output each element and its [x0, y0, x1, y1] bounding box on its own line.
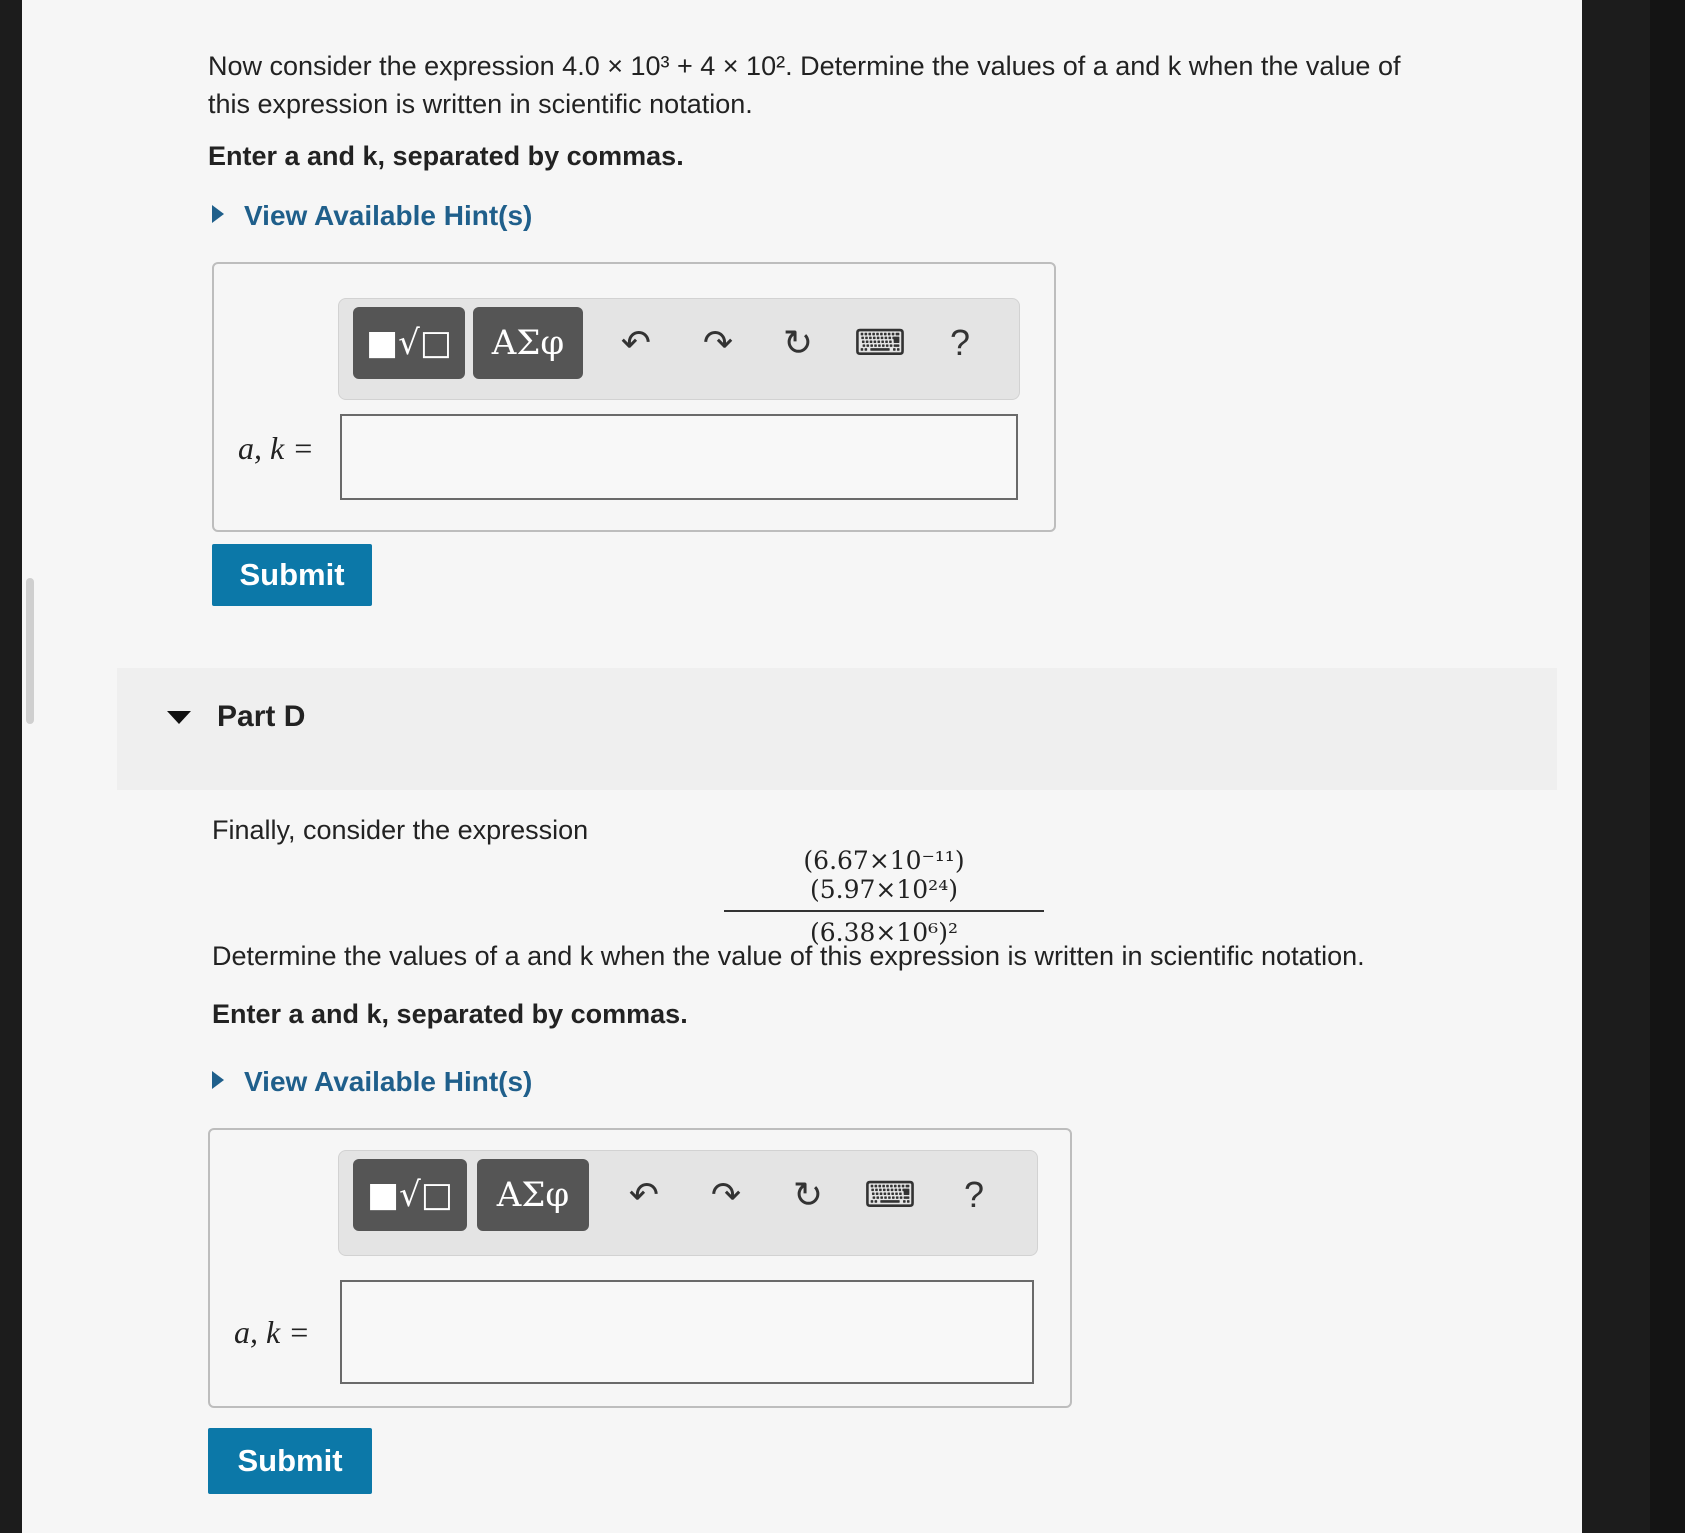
greek-symbols-label: ΑΣφ	[496, 1175, 570, 1215]
partd-title: Part D	[217, 700, 306, 733]
partd-question: Determine the values of a and k when the…	[212, 941, 1365, 971]
partd-answer-box: ■√□ ΑΣφ ↶ ↷ ↻ ⌨ ? a, k =	[208, 1128, 1072, 1408]
keyboard-icon[interactable]: ⌨	[864, 1165, 916, 1225]
templates-icon: ■√□	[366, 323, 452, 363]
redo-icon[interactable]: ↷	[701, 1165, 751, 1225]
browser-viewport: Now consider the expression 4.0 × 10³ + …	[22, 0, 1582, 1533]
greek-symbols-button[interactable]: ΑΣφ	[473, 307, 583, 379]
greek-symbols-label: ΑΣφ	[491, 323, 565, 363]
help-icon[interactable]: ?	[935, 313, 985, 373]
help-icon[interactable]: ?	[949, 1165, 999, 1225]
partc-hint-link[interactable]: View Available Hint(s)	[212, 200, 532, 232]
undo-icon[interactable]: ↶	[619, 1165, 669, 1225]
undo-icon[interactable]: ↶	[611, 313, 661, 373]
partd-hint-link[interactable]: View Available Hint(s)	[212, 1066, 532, 1098]
partc-hint-label: View Available Hint(s)	[244, 200, 533, 231]
partc-instruction: Enter a and k, separated by commas.	[208, 141, 684, 171]
collapse-triangle-icon	[167, 711, 191, 724]
partc-answer-label: a, k =	[238, 430, 314, 466]
templates-icon: ■√□	[367, 1175, 453, 1215]
partd-answer-input[interactable]	[340, 1280, 1034, 1384]
redo-icon[interactable]: ↷	[693, 313, 743, 373]
templates-button[interactable]: ■√□	[353, 1159, 467, 1231]
expand-triangle-icon	[212, 1071, 224, 1089]
partd-submit-button[interactable]: Submit	[208, 1428, 372, 1494]
partc-math-toolbar: ■√□ ΑΣφ ↶ ↷ ↻ ⌨ ?	[338, 298, 1020, 400]
partc-answer-input[interactable]	[340, 414, 1018, 500]
fraction-numerator: (6.67×10⁻¹¹)(5.97×10²⁴)	[724, 846, 1044, 912]
templates-button[interactable]: ■√□	[353, 307, 465, 379]
partc-submit-button[interactable]: Submit	[212, 544, 372, 606]
partd-hint-label: View Available Hint(s)	[244, 1066, 533, 1097]
device-bezel	[1650, 0, 1685, 1533]
partd-answer-label: a, k =	[234, 1314, 310, 1350]
greek-symbols-button[interactable]: ΑΣφ	[477, 1159, 589, 1231]
content: Now consider the expression 4.0 × 10³ + …	[22, 0, 1582, 1533]
partc-question-line1: Now consider the expression 4.0 × 10³ + …	[208, 51, 1401, 81]
partc-question-line2: this expression is written in scientific…	[208, 89, 753, 119]
expand-triangle-icon	[212, 205, 224, 223]
reset-icon[interactable]: ↻	[773, 313, 823, 373]
reset-icon[interactable]: ↻	[783, 1165, 833, 1225]
keyboard-icon[interactable]: ⌨	[854, 313, 906, 373]
partc-answer-box: ■√□ ΑΣφ ↶ ↷ ↻ ⌨ ? a, k =	[212, 262, 1056, 532]
partd-math-toolbar: ■√□ ΑΣφ ↶ ↷ ↻ ⌨ ?	[338, 1150, 1038, 1256]
partd-header[interactable]: Part D	[117, 668, 1557, 790]
partd-instruction: Enter a and k, separated by commas.	[212, 999, 688, 1029]
partd-intro: Finally, consider the expression	[212, 815, 589, 845]
partd-expression: (6.67×10⁻¹¹)(5.97×10²⁴) (6.38×10⁶)²	[724, 846, 1044, 947]
